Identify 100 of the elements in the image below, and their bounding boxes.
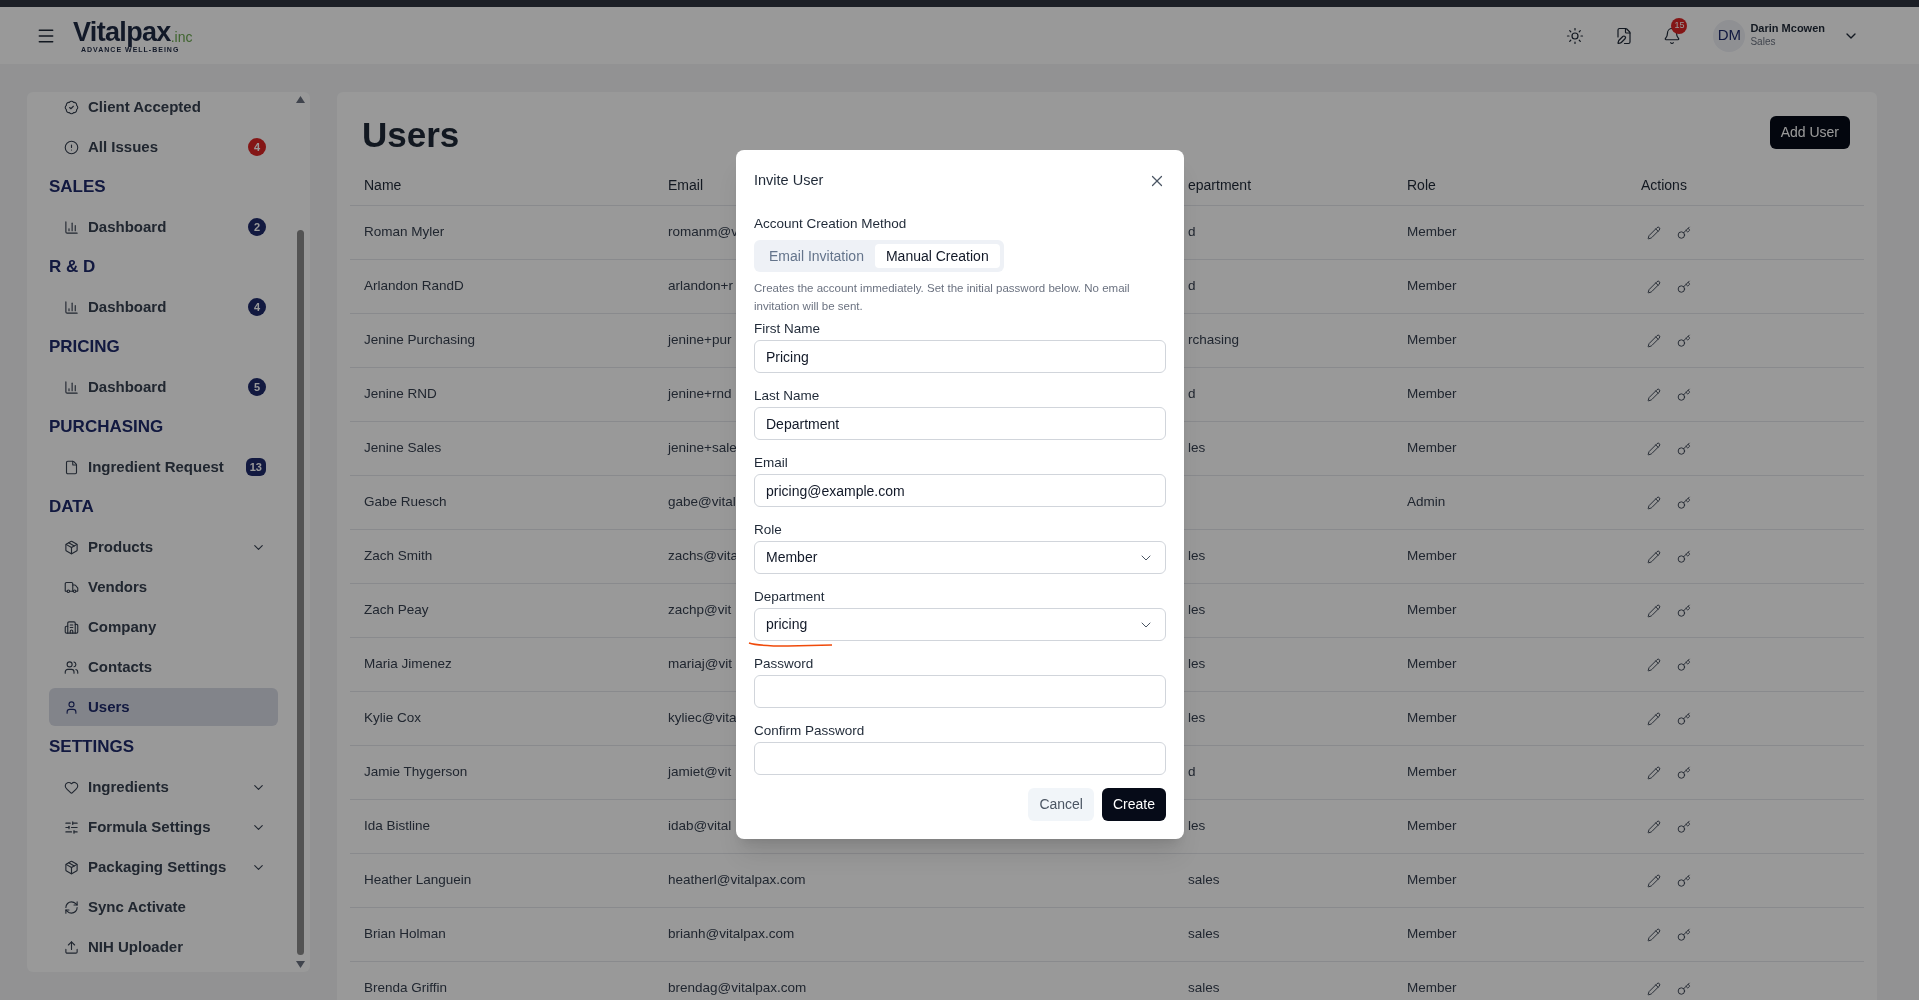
sidebar-item[interactable]: Products <box>49 528 278 566</box>
department-cell: les <box>1188 602 1206 618</box>
key-icon[interactable] <box>1677 225 1691 240</box>
text-field[interactable]: pricing@example.com <box>754 474 1166 507</box>
key-icon[interactable] <box>1677 387 1691 402</box>
key-icon[interactable] <box>1677 657 1691 672</box>
role-cell: Member <box>1407 548 1457 564</box>
file-icon <box>64 459 79 475</box>
edit-icon[interactable] <box>1647 441 1661 456</box>
text-field[interactable]: Pricing <box>754 340 1166 373</box>
key-icon[interactable] <box>1677 927 1691 942</box>
edit-icon[interactable] <box>1647 603 1661 618</box>
key-icon[interactable] <box>1677 333 1691 348</box>
sun-icon[interactable] <box>1566 26 1585 45</box>
role-cell: Member <box>1407 710 1457 726</box>
department-cell: sales <box>1188 926 1220 942</box>
edit-icon[interactable] <box>1647 495 1661 510</box>
field-label: Email <box>754 454 789 472</box>
hint-text: Creates the account immediately. Set the initial password below. No email invitation will be sent. <box>754 281 1131 314</box>
email-cell: zachp@vit <box>668 602 732 618</box>
edit-icon[interactable] <box>1647 981 1661 996</box>
edit-icon[interactable] <box>1647 819 1661 834</box>
key-icon[interactable] <box>1677 279 1691 294</box>
sidebar-item[interactable]: Packaging Settings <box>49 848 278 886</box>
edit-icon[interactable] <box>1647 279 1661 294</box>
sidebar-item[interactable]: Ingredient Request 13 <box>49 448 278 486</box>
name-cell: Zach Smith <box>364 548 433 564</box>
edit-icon[interactable] <box>1647 657 1661 672</box>
role-cell: Member <box>1407 440 1457 456</box>
sidebar-item[interactable]: Company <box>49 608 278 646</box>
edit-icon[interactable] <box>1647 927 1661 942</box>
user-avatar[interactable]: DM <box>1713 19 1746 52</box>
sidebar-item[interactable]: Vendors <box>49 568 278 606</box>
email-cell: gabe@vital <box>668 494 736 510</box>
key-icon[interactable] <box>1677 441 1691 456</box>
edit-icon[interactable] <box>1647 387 1661 402</box>
department-cell: rchasing <box>1188 332 1240 348</box>
sidebar-item[interactable]: All Issues 4 <box>49 128 278 166</box>
department-cell: les <box>1188 548 1206 564</box>
password-field[interactable] <box>754 675 1166 708</box>
edit-icon[interactable] <box>1647 873 1661 888</box>
select-field[interactable]: pricing <box>754 608 1166 641</box>
edit-icon[interactable] <box>1647 333 1661 348</box>
upload-icon <box>64 939 79 955</box>
sidebar-item[interactable]: Ingredients <box>49 768 278 806</box>
page-title: Users <box>362 114 460 156</box>
method-tab[interactable]: Email Invitation <box>758 244 875 268</box>
truck-icon <box>64 579 79 595</box>
role-cell: Member <box>1407 278 1457 294</box>
scroll-up-icon[interactable] <box>295 96 305 103</box>
bar-chart-icon <box>64 299 79 315</box>
key-icon[interactable] <box>1677 765 1691 780</box>
edit-icon[interactable] <box>1647 711 1661 726</box>
role-cell: Member <box>1407 818 1457 834</box>
scroll-down-icon[interactable] <box>295 961 305 968</box>
role-cell: Member <box>1407 980 1457 996</box>
user-name: Darin Mcowen <box>1750 22 1825 37</box>
department-cell: les <box>1188 818 1206 834</box>
key-icon[interactable] <box>1677 981 1691 996</box>
sidebar-item[interactable]: Client Accepted <box>49 92 278 126</box>
sidebar-item[interactable]: NIH Uploader <box>49 928 278 966</box>
edit-icon[interactable] <box>1647 549 1661 564</box>
sidebar-item[interactable]: Contacts <box>49 648 278 686</box>
department-cell: les <box>1188 440 1206 456</box>
edit-icon[interactable] <box>1647 765 1661 780</box>
sidebar-item[interactable]: Sync Activate <box>49 888 278 926</box>
department-cell: d <box>1188 278 1196 294</box>
bar-chart-icon <box>64 379 79 395</box>
sidebar-item[interactable]: Users <box>49 688 278 726</box>
edit-icon[interactable] <box>1647 225 1661 240</box>
field-label: First Name <box>754 320 821 338</box>
select-field[interactable]: Member <box>754 541 1166 574</box>
cancel-button[interactable]: Cancel <box>1028 788 1094 821</box>
add-user-button[interactable]: Add User <box>1769 116 1850 149</box>
method-tab[interactable]: Manual Creation <box>874 244 1000 268</box>
key-icon[interactable] <box>1677 495 1691 510</box>
sidebar-item[interactable]: Dashboard 4 <box>49 288 278 326</box>
text-field[interactable]: Department <box>754 407 1166 440</box>
key-icon[interactable] <box>1677 873 1691 888</box>
sidebar-item[interactable]: Formula Settings <box>49 808 278 846</box>
count-badge: 2 <box>248 218 266 236</box>
sidebar-item[interactable]: Dashboard 5 <box>49 368 278 406</box>
field-label: Password <box>754 655 815 673</box>
section-heading: SETTINGS <box>49 736 134 759</box>
dialog-title: Invite User <box>754 171 824 190</box>
key-icon[interactable] <box>1677 603 1691 618</box>
file-pen-icon[interactable] <box>1615 26 1634 45</box>
name-cell: Kylie Cox <box>364 710 422 726</box>
create-button[interactable]: Create <box>1101 788 1166 821</box>
sidebar-item[interactable]: Dashboard 2 <box>49 208 278 246</box>
password-field[interactable] <box>754 742 1166 775</box>
key-icon[interactable] <box>1677 711 1691 726</box>
scrollbar-thumb[interactable] <box>296 230 304 955</box>
refresh-icon <box>64 899 79 915</box>
field-label: Role <box>754 521 783 539</box>
key-icon[interactable] <box>1677 819 1691 834</box>
key-icon[interactable] <box>1677 549 1691 564</box>
field-label: Department <box>754 588 826 606</box>
bell-icon[interactable] <box>1663 26 1682 45</box>
email-cell: jenine+sale <box>668 440 737 456</box>
